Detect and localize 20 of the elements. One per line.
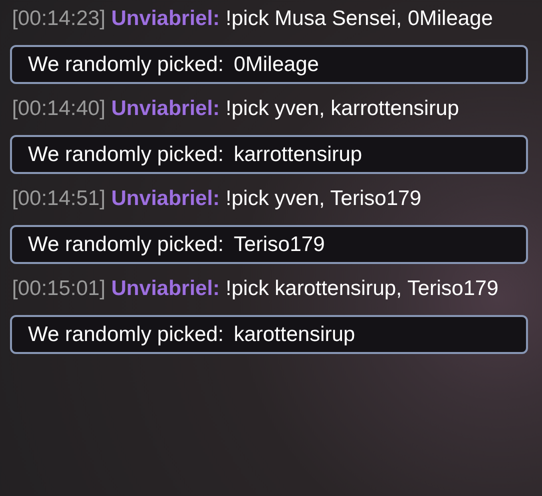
timestamp: [00:14:23]: [12, 7, 106, 30]
picked-name: karrottensirup: [234, 142, 362, 167]
picked-name: Teriso179: [234, 232, 325, 257]
picked-name: 0Mileage: [234, 52, 319, 77]
reply-label: We randomly picked:: [28, 232, 224, 257]
username: Unviabriel:: [111, 97, 220, 120]
picked-name: karottensirup: [234, 322, 356, 347]
message-text: !pick yven, Teriso179: [226, 187, 422, 210]
message-text: !pick karottensirup, Teriso179: [226, 277, 498, 300]
message-text: !pick yven, karrottensirup: [226, 97, 460, 120]
username: Unviabriel:: [111, 187, 220, 210]
username: Unviabriel:: [111, 7, 220, 30]
reply-label: We randomly picked:: [28, 142, 224, 167]
message-text: !pick Musa Sensei, 0Mileage: [226, 7, 493, 30]
timestamp: [00:14:51]: [12, 187, 106, 210]
reply-label: We randomly picked:: [28, 322, 224, 347]
timestamp: [00:15:01]: [12, 277, 106, 300]
timestamp: [00:14:40]: [12, 97, 106, 120]
reply-label: We randomly picked:: [28, 52, 224, 77]
username: Unviabriel:: [111, 277, 220, 300]
